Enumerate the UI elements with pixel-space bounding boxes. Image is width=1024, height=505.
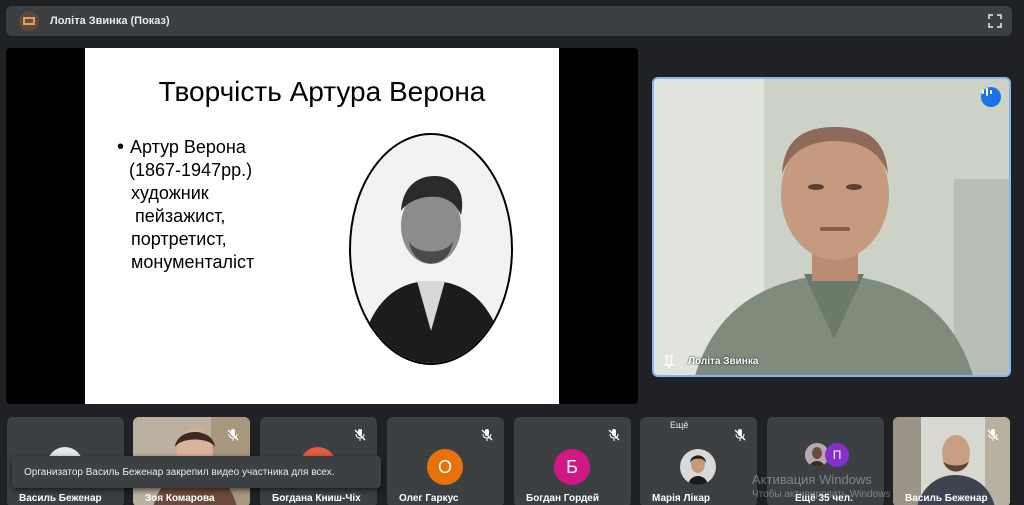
avatar — [680, 449, 716, 485]
mic-off-icon — [986, 428, 1000, 442]
participant-tile[interactable]: Б Богдан Гордей — [514, 417, 631, 505]
watermark-line-1: Активация Windows — [752, 472, 872, 487]
bullet-dot: • — [117, 136, 125, 158]
overflow-label: Ещё — [670, 420, 689, 430]
mic-off-icon — [607, 428, 621, 442]
mic-off-icon — [226, 428, 240, 442]
bullet-text: Артур Верона — [130, 137, 246, 157]
mic-off-icon — [480, 428, 494, 442]
toast-text: Организатор Василь Беженар закрепил виде… — [24, 466, 335, 478]
windows-activation-watermark: Активация Windows Чтобы активировать Win… — [752, 472, 890, 500]
watermark-line-2: Чтобы активировать Windows — [752, 489, 891, 500]
avatar: Б — [554, 449, 590, 485]
window-title: Лоліта Звинка (Показ) — [50, 15, 170, 27]
slide-body: • Артур Верона (1867-1947рр.) художник п… — [117, 136, 254, 274]
slide-line: пейзажист, — [135, 206, 226, 226]
speaker-video — [654, 79, 1009, 375]
pin-icon[interactable] — [662, 355, 676, 369]
participant-tile[interactable]: О Олег Гаркус — [387, 417, 504, 505]
expand-icon[interactable] — [988, 14, 1002, 28]
slide: Творчість Артура Верона • Артур Верона (… — [85, 48, 559, 404]
slide-bullet: • Артур Верона — [117, 136, 254, 159]
slide-line: художник — [131, 183, 209, 203]
slide-line: портретист, — [131, 229, 227, 249]
mic-off-icon — [733, 428, 747, 442]
portrait-image — [349, 133, 513, 365]
speaker-video-tile[interactable]: Лоліта Звинка — [652, 77, 1011, 377]
mic-off-icon — [353, 428, 367, 442]
participant-tile[interactable]: Василь Беженар — [893, 417, 1010, 505]
audio-indicator-icon — [981, 87, 1001, 107]
pin-notification-toast: Организатор Василь Беженар закрепил виде… — [12, 456, 381, 488]
slide-dates: (1867-1947рр.) — [129, 160, 253, 180]
participant-name: Богдана Книш-Чіх — [272, 493, 361, 504]
presentation-view: Творчість Артура Верона • Артур Верона (… — [6, 48, 638, 404]
presentation-bar: Лоліта Звинка (Показ) — [6, 6, 1012, 36]
presentation-icon — [19, 11, 39, 31]
speaker-name: Лоліта Звинка — [688, 356, 759, 367]
participant-name: Василь Беженар — [19, 493, 102, 504]
slide-line: монументаліст — [131, 252, 255, 272]
participant-name: Олег Гаркус — [399, 493, 459, 504]
participant-tile[interactable]: Ещё Марія Лікар — [640, 417, 757, 505]
participant-name: Зоя Комарова — [145, 493, 215, 504]
avatar: О — [427, 449, 463, 485]
avatar: П — [825, 443, 849, 467]
participant-name: Василь Беженар — [905, 493, 988, 504]
participant-name: Богдан Гордей — [526, 493, 600, 504]
slide-title: Творчість Артура Верона — [158, 76, 486, 107]
participant-name: Марія Лікар — [652, 493, 710, 504]
